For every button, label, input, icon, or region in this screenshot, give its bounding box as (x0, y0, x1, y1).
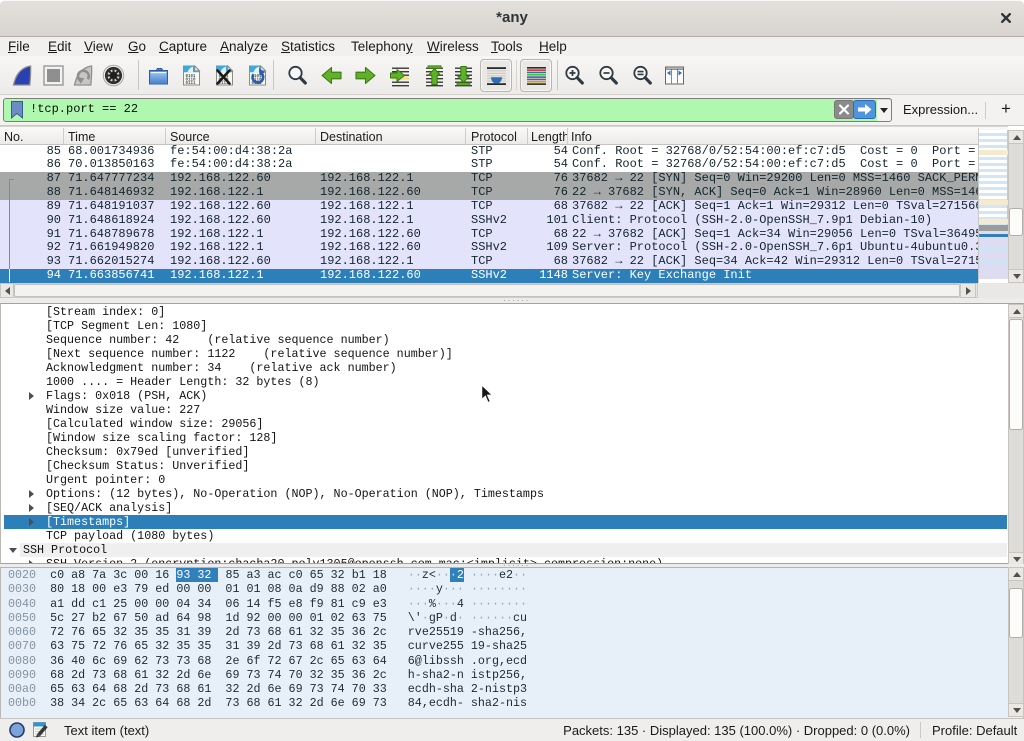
svg-text:0111: 0111 (186, 82, 197, 86)
